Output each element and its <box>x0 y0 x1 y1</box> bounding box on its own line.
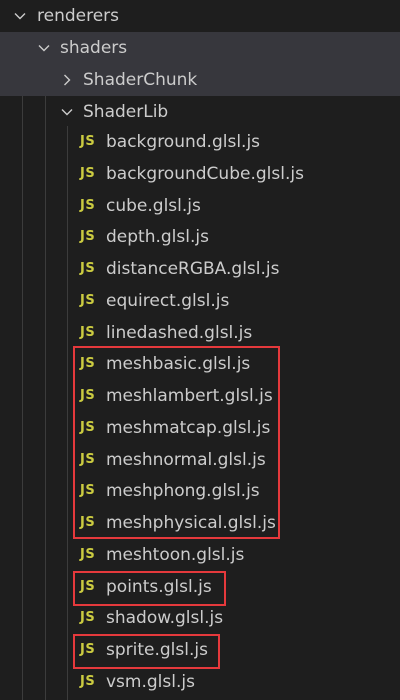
file-item[interactable]: JS distanceRGBA.glsl.js <box>0 253 400 285</box>
file-item[interactable]: JS background.glsl.js <box>0 126 400 158</box>
file-item[interactable]: JS shadow.glsl.js <box>0 602 400 634</box>
file-item[interactable]: JS linedashed.glsl.js <box>0 317 400 349</box>
file-name: depth.glsl.js <box>106 227 209 248</box>
file-name: backgroundCube.glsl.js <box>106 163 304 184</box>
file-item[interactable]: JS cube.glsl.js <box>0 190 400 222</box>
javascript-file-icon: JS <box>80 324 96 340</box>
file-name: vsm.glsl.js <box>106 671 195 692</box>
file-item[interactable]: JS vsm.glsl.js <box>0 666 400 698</box>
javascript-file-icon: JS <box>80 388 96 403</box>
file-item[interactable]: JS points.glsl.js <box>0 571 400 603</box>
javascript-file-icon: JS <box>80 515 96 530</box>
file-item[interactable]: JS meshphong.glsl.js <box>0 475 400 507</box>
javascript-file-icon: JS <box>80 578 96 594</box>
file-item[interactable]: JS depth.glsl.js <box>0 221 400 253</box>
file-item[interactable]: JS backgroundCube.glsl.js <box>0 158 400 190</box>
javascript-file-icon: JS <box>80 261 96 276</box>
file-name: meshphysical.glsl.js <box>106 513 276 533</box>
file-name: meshlambert.glsl.js <box>106 386 273 406</box>
file-name: meshmatcap.glsl.js <box>106 417 271 438</box>
javascript-file-icon: JS <box>80 546 96 562</box>
folder-renderers[interactable]: renderers <box>0 0 400 32</box>
file-name: meshbasic.glsl.js <box>106 354 251 375</box>
chevron-right-icon <box>59 72 75 88</box>
file-item[interactable]: JS meshbasic.glsl.js <box>0 348 400 380</box>
javascript-file-icon: JS <box>80 673 96 689</box>
file-name: sprite.glsl.js <box>106 640 208 660</box>
file-item[interactable]: JS sprite.glsl.js <box>0 634 400 666</box>
javascript-file-icon: JS <box>80 642 96 657</box>
folder-label: renderers <box>37 6 120 26</box>
folder-shaderlib[interactable]: ShaderLib <box>0 96 400 128</box>
chevron-down-icon <box>59 104 75 120</box>
folder-label: ShaderChunk <box>83 70 198 90</box>
chevron-down-icon <box>12 8 28 24</box>
file-item[interactable]: JS meshphysical.glsl.js <box>0 507 400 539</box>
file-name: meshnormal.glsl.js <box>106 449 266 470</box>
file-name: cube.glsl.js <box>106 195 201 216</box>
javascript-file-icon: JS <box>80 165 96 181</box>
javascript-file-icon: JS <box>80 483 96 499</box>
javascript-file-icon: JS <box>80 610 96 626</box>
javascript-file-icon: JS <box>80 197 96 213</box>
folder-shaders[interactable]: shaders <box>0 32 400 64</box>
file-item[interactable]: JS equirect.glsl.js <box>0 285 400 317</box>
chevron-down-icon <box>36 40 52 56</box>
file-name: background.glsl.js <box>106 132 261 152</box>
folder-label: ShaderLib <box>83 102 169 122</box>
file-item[interactable]: JS meshlambert.glsl.js <box>0 380 400 412</box>
javascript-file-icon: JS <box>80 356 96 372</box>
file-name: points.glsl.js <box>106 576 212 597</box>
javascript-file-icon: JS <box>80 419 96 435</box>
file-name: equirect.glsl.js <box>106 290 230 311</box>
folder-shaderchunk[interactable]: ShaderChunk <box>0 64 400 96</box>
file-name: meshtoon.glsl.js <box>106 544 245 565</box>
file-item[interactable]: JS meshtoon.glsl.js <box>0 539 400 571</box>
file-name: shadow.glsl.js <box>106 608 224 629</box>
file-name: linedashed.glsl.js <box>106 322 253 343</box>
javascript-file-icon: JS <box>80 229 96 245</box>
javascript-file-icon: JS <box>80 451 96 467</box>
file-item[interactable]: JS meshmatcap.glsl.js <box>0 412 400 444</box>
file-item[interactable]: JS meshnormal.glsl.js <box>0 444 400 476</box>
folder-label: shaders <box>60 38 128 58</box>
file-name: meshphong.glsl.js <box>106 481 260 502</box>
file-name: distanceRGBA.glsl.js <box>106 259 280 279</box>
javascript-file-icon: JS <box>80 292 96 308</box>
javascript-file-icon: JS <box>80 134 96 149</box>
